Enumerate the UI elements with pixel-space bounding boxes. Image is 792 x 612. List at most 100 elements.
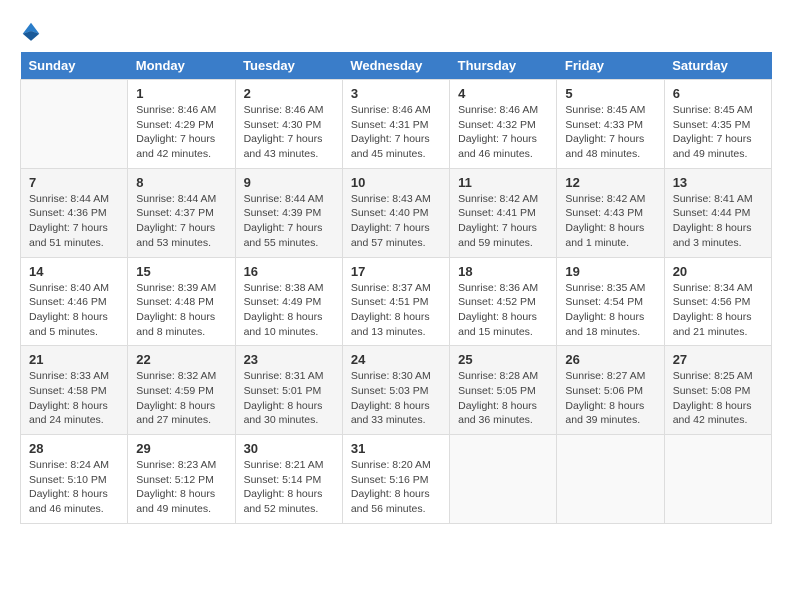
calendar-cell: 25 Sunrise: 8:28 AM Sunset: 5:05 PM Dayli… (450, 346, 557, 435)
calendar-cell (664, 435, 771, 524)
day-header-friday: Friday (557, 52, 664, 80)
calendar-cell: 1Sunrise: 8:46 AM Sunset: 4:29 PM Daylig… (128, 80, 235, 169)
day-info: Sunrise: 8:44 AM Sunset: 4:39 PM Dayligh… (244, 192, 334, 251)
day-info: Sunrise: 8:43 AM Sunset: 4:40 PM Dayligh… (351, 192, 441, 251)
day-number: 9 (244, 175, 334, 190)
day-number: 15 (136, 264, 226, 279)
calendar-cell: 29Sunrise: 8:23 AM Sunset: 5:12 PM Dayli… (128, 435, 235, 524)
day-number: 18 (458, 264, 548, 279)
day-info: Sunrise: 8:32 AM Sunset: 4:59 PM Dayligh… (136, 369, 226, 428)
day-info: Sunrise: 8:24 AM Sunset: 5:10 PM Dayligh… (29, 458, 119, 517)
calendar-cell: 12 Sunrise: 8:42 AM Sunset: 4:43 PM Dayli… (557, 168, 664, 257)
day-number: 3 (351, 86, 441, 101)
calendar-cell: 28 Sunrise: 8:24 AM Sunset: 5:10 PM Dayli… (21, 435, 128, 524)
day-number: 1 (136, 86, 226, 101)
calendar-cell: 11 Sunrise: 8:42 AM Sunset: 4:41 PM Dayli… (450, 168, 557, 257)
calendar-cell (450, 435, 557, 524)
day-info: Sunrise: 8:41 AM Sunset: 4:44 PM Dayligh… (673, 192, 763, 251)
day-info: Sunrise: 8:33 AM Sunset: 4:58 PM Dayligh… (29, 369, 119, 428)
day-number: 4 (458, 86, 548, 101)
day-info: Sunrise: 8:42 AM Sunset: 4:43 PM Dayligh… (565, 192, 655, 251)
day-number: 31 (351, 441, 441, 456)
day-info: Sunrise: 8:20 AM Sunset: 5:16 PM Dayligh… (351, 458, 441, 517)
day-number: 17 (351, 264, 441, 279)
day-info: Sunrise: 8:25 AM Sunset: 5:08 PM Dayligh… (673, 369, 763, 428)
day-number: 12 (565, 175, 655, 190)
day-number: 13 (673, 175, 763, 190)
day-info: Sunrise: 8:40 AM Sunset: 4:46 PM Dayligh… (29, 281, 119, 340)
calendar-table: SundayMondayTuesdayWednesdayThursdayFrid… (20, 52, 772, 524)
calendar-cell: 14 Sunrise: 8:40 AM Sunset: 4:46 PM Dayli… (21, 257, 128, 346)
day-number: 16 (244, 264, 334, 279)
day-number: 20 (673, 264, 763, 279)
day-number: 23 (244, 352, 334, 367)
day-info: Sunrise: 8:42 AM Sunset: 4:41 PM Dayligh… (458, 192, 548, 251)
calendar-cell: 2Sunrise: 8:46 AM Sunset: 4:30 PM Daylig… (235, 80, 342, 169)
calendar-cell: 22 Sunrise: 8:32 AM Sunset: 4:59 PM Dayli… (128, 346, 235, 435)
day-number: 11 (458, 175, 548, 190)
day-info: Sunrise: 8:31 AM Sunset: 5:01 PM Dayligh… (244, 369, 334, 428)
calendar-cell: 10 Sunrise: 8:43 AM Sunset: 4:40 PM Dayli… (342, 168, 449, 257)
calendar-cell: 13 Sunrise: 8:41 AM Sunset: 4:44 PM Dayli… (664, 168, 771, 257)
calendar-cell (557, 435, 664, 524)
day-info: Sunrise: 8:21 AM Sunset: 5:14 PM Dayligh… (244, 458, 334, 517)
day-number: 30 (244, 441, 334, 456)
calendar-cell: 7Sunrise: 8:44 AM Sunset: 4:36 PM Daylig… (21, 168, 128, 257)
calendar-cell: 27 Sunrise: 8:25 AM Sunset: 5:08 PM Dayli… (664, 346, 771, 435)
day-number: 6 (673, 86, 763, 101)
day-number: 28 (29, 441, 119, 456)
calendar-cell: 15Sunrise: 8:39 AM Sunset: 4:48 PM Dayli… (128, 257, 235, 346)
day-info: Sunrise: 8:27 AM Sunset: 5:06 PM Dayligh… (565, 369, 655, 428)
logo-icon (20, 20, 42, 42)
day-number: 26 (565, 352, 655, 367)
calendar-cell: 23 Sunrise: 8:31 AM Sunset: 5:01 PM Dayli… (235, 346, 342, 435)
day-number: 21 (29, 352, 119, 367)
day-info: Sunrise: 8:45 AM Sunset: 4:35 PM Dayligh… (673, 103, 763, 162)
day-number: 25 (458, 352, 548, 367)
calendar-cell: 4 Sunrise: 8:46 AM Sunset: 4:32 PM Daylig… (450, 80, 557, 169)
day-info: Sunrise: 8:46 AM Sunset: 4:32 PM Dayligh… (458, 103, 548, 162)
calendar-cell: 21 Sunrise: 8:33 AM Sunset: 4:58 PM Dayli… (21, 346, 128, 435)
calendar-week-row: 1Sunrise: 8:46 AM Sunset: 4:29 PM Daylig… (21, 80, 772, 169)
day-header-wednesday: Wednesday (342, 52, 449, 80)
day-number: 27 (673, 352, 763, 367)
calendar-cell: 6 Sunrise: 8:45 AM Sunset: 4:35 PM Daylig… (664, 80, 771, 169)
calendar-cell: 16 Sunrise: 8:38 AM Sunset: 4:49 PM Dayli… (235, 257, 342, 346)
day-info: Sunrise: 8:28 AM Sunset: 5:05 PM Dayligh… (458, 369, 548, 428)
day-number: 22 (136, 352, 226, 367)
day-info: Sunrise: 8:34 AM Sunset: 4:56 PM Dayligh… (673, 281, 763, 340)
calendar-cell: 18Sunrise: 8:36 AM Sunset: 4:52 PM Dayli… (450, 257, 557, 346)
calendar-cell: 30 Sunrise: 8:21 AM Sunset: 5:14 PM Dayli… (235, 435, 342, 524)
calendar-week-row: 7Sunrise: 8:44 AM Sunset: 4:36 PM Daylig… (21, 168, 772, 257)
calendar-cell: 5Sunrise: 8:45 AM Sunset: 4:33 PM Daylig… (557, 80, 664, 169)
day-info: Sunrise: 8:44 AM Sunset: 4:37 PM Dayligh… (136, 192, 226, 251)
calendar-cell: 3 Sunrise: 8:46 AM Sunset: 4:31 PM Daylig… (342, 80, 449, 169)
calendar-cell: 8Sunrise: 8:44 AM Sunset: 4:37 PM Daylig… (128, 168, 235, 257)
calendar-cell: 19 Sunrise: 8:35 AM Sunset: 4:54 PM Dayli… (557, 257, 664, 346)
day-number: 7 (29, 175, 119, 190)
calendar-cell: 9 Sunrise: 8:44 AM Sunset: 4:39 PM Daylig… (235, 168, 342, 257)
day-number: 10 (351, 175, 441, 190)
day-info: Sunrise: 8:38 AM Sunset: 4:49 PM Dayligh… (244, 281, 334, 340)
day-info: Sunrise: 8:30 AM Sunset: 5:03 PM Dayligh… (351, 369, 441, 428)
day-info: Sunrise: 8:23 AM Sunset: 5:12 PM Dayligh… (136, 458, 226, 517)
day-info: Sunrise: 8:37 AM Sunset: 4:51 PM Dayligh… (351, 281, 441, 340)
calendar-cell: 31 Sunrise: 8:20 AM Sunset: 5:16 PM Dayli… (342, 435, 449, 524)
calendar-header-row: SundayMondayTuesdayWednesdayThursdayFrid… (21, 52, 772, 80)
day-header-sunday: Sunday (21, 52, 128, 80)
day-number: 19 (565, 264, 655, 279)
calendar-cell: 17 Sunrise: 8:37 AM Sunset: 4:51 PM Dayli… (342, 257, 449, 346)
calendar-cell: 20 Sunrise: 8:34 AM Sunset: 4:56 PM Dayli… (664, 257, 771, 346)
calendar-week-row: 14 Sunrise: 8:40 AM Sunset: 4:46 PM Dayli… (21, 257, 772, 346)
day-info: Sunrise: 8:35 AM Sunset: 4:54 PM Dayligh… (565, 281, 655, 340)
day-info: Sunrise: 8:45 AM Sunset: 4:33 PM Dayligh… (565, 103, 655, 162)
day-header-saturday: Saturday (664, 52, 771, 80)
calendar-week-row: 21 Sunrise: 8:33 AM Sunset: 4:58 PM Dayli… (21, 346, 772, 435)
day-header-monday: Monday (128, 52, 235, 80)
calendar-cell: 26 Sunrise: 8:27 AM Sunset: 5:06 PM Dayli… (557, 346, 664, 435)
day-info: Sunrise: 8:46 AM Sunset: 4:31 PM Dayligh… (351, 103, 441, 162)
logo (20, 20, 44, 42)
calendar-week-row: 28 Sunrise: 8:24 AM Sunset: 5:10 PM Dayli… (21, 435, 772, 524)
day-info: Sunrise: 8:46 AM Sunset: 4:30 PM Dayligh… (244, 103, 334, 162)
day-number: 14 (29, 264, 119, 279)
